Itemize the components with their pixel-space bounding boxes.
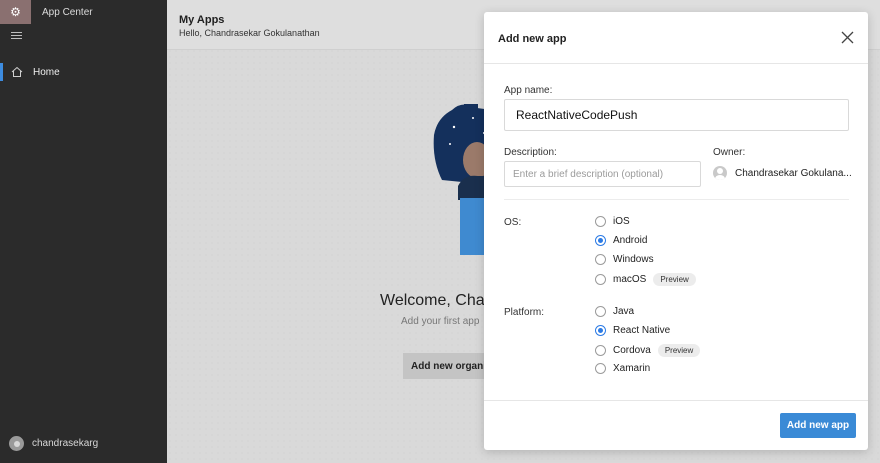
dialog-title: Add new app (498, 33, 567, 45)
os-label: OS: (504, 217, 522, 228)
radio-button[interactable] (595, 254, 606, 265)
owner-label: Owner: (713, 147, 746, 158)
hamburger-icon[interactable] (11, 32, 22, 40)
platform-option[interactable]: Java (595, 306, 634, 317)
app-center-logo-icon[interactable]: ⚙ (0, 0, 31, 24)
welcome-heading: Welcome, Chan (380, 292, 494, 309)
os-option-label: iOS (613, 216, 630, 227)
os-option-label: macOS (613, 274, 647, 285)
owner-name: Chandrasekar Gokulana... (735, 167, 852, 179)
active-indicator (0, 63, 3, 81)
sidebar: ⚙ App Center Home chandrasekarg (0, 0, 167, 463)
add-new-app-dialog: Add new app App name: Description: Owner… (484, 12, 868, 450)
owner-selector[interactable]: Chandrasekar Gokulana... (713, 166, 852, 180)
page-title: My Apps (179, 14, 225, 26)
radio-button[interactable] (595, 235, 606, 246)
description-input[interactable] (504, 161, 701, 187)
radio-button[interactable] (595, 363, 606, 374)
os-option[interactable]: Android (595, 235, 647, 246)
os-option[interactable]: Windows (595, 254, 654, 265)
home-icon (11, 66, 23, 77)
close-icon[interactable] (841, 31, 854, 44)
platform-option-label: Cordova (613, 345, 651, 356)
platform-option-label: React Native (613, 325, 671, 336)
platform-option[interactable]: Cordova Preview (595, 344, 701, 357)
radio-button[interactable] (595, 306, 606, 317)
platform-option-label: Java (613, 306, 635, 317)
os-option[interactable]: iOS (595, 216, 630, 227)
sidebar-username: chandrasekarg (32, 438, 99, 449)
os-option[interactable]: macOS Preview (595, 273, 696, 286)
description-label: Description: (504, 147, 557, 158)
add-new-app-button[interactable]: Add new app (780, 413, 856, 438)
sidebar-header: ⚙ App Center (0, 0, 167, 24)
platform-label: Platform: (504, 307, 545, 318)
divider (504, 199, 849, 200)
preview-badge: Preview (653, 273, 696, 286)
welcome-subline: Add your first app (401, 316, 480, 327)
radio-button[interactable] (595, 216, 606, 227)
os-option-label: Windows (613, 254, 654, 265)
radio-button[interactable] (595, 345, 606, 356)
sidebar-item-label: Home (33, 66, 60, 78)
os-option-label: Android (613, 235, 648, 246)
dialog-header: Add new app (484, 12, 868, 64)
app-title: App Center (42, 6, 93, 18)
logo-glyph: ⚙ (10, 5, 21, 19)
user-avatar-icon (9, 436, 24, 451)
app-name-input[interactable] (504, 99, 849, 131)
user-avatar-icon (713, 166, 727, 180)
greeting-text: Hello, Chandrasekar Gokulanathan (179, 28, 320, 38)
welcome-illustration (433, 104, 492, 255)
preview-badge: Preview (657, 344, 701, 357)
radio-button[interactable] (595, 274, 606, 285)
dialog-footer-divider (484, 400, 868, 401)
platform-option-label: Xamarin (613, 363, 651, 374)
sidebar-item-home[interactable]: Home (0, 62, 167, 82)
radio-button[interactable] (595, 325, 606, 336)
add-new-organization-button[interactable]: Add new organi (403, 353, 493, 379)
sidebar-user[interactable]: chandrasekarg (9, 436, 98, 451)
platform-option[interactable]: Xamarin (595, 363, 650, 374)
app-name-label: App name: (504, 85, 553, 96)
platform-option[interactable]: React Native (595, 325, 670, 336)
